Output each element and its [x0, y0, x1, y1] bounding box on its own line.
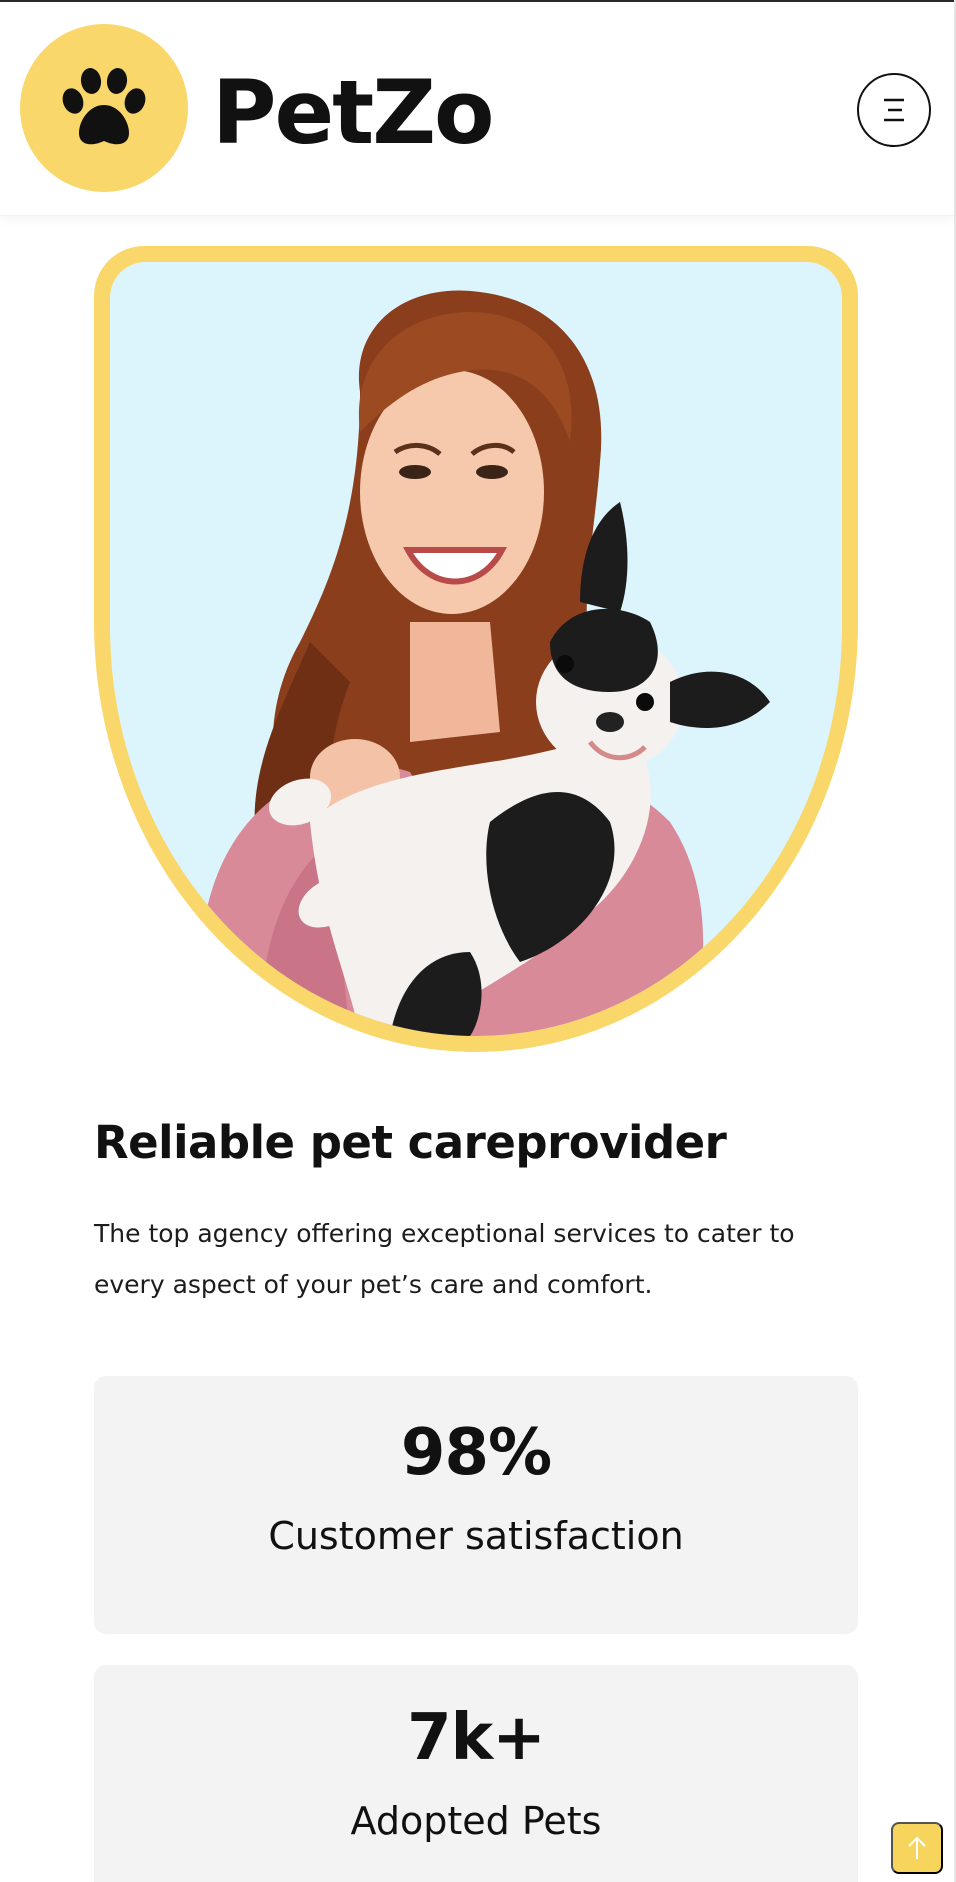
scroll-to-top-button[interactable]: [891, 1822, 943, 1874]
arrow-up-icon: [908, 1836, 926, 1859]
site-header: PetZo: [0, 2, 954, 216]
hero-frame: [94, 246, 858, 1052]
woman-holding-dog-illustration: [198, 290, 770, 1036]
intro-description: The top agency offering exceptional serv…: [94, 1219, 795, 1299]
logo-link[interactable]: [20, 24, 188, 192]
intro-heading: Reliable pet careprovider: [94, 1116, 727, 1169]
hero-image: [110, 262, 842, 1036]
brand-name[interactable]: PetZo: [212, 58, 495, 168]
stat-card: 98% Customer satisfaction: [94, 1376, 858, 1634]
menu-button[interactable]: [857, 73, 931, 147]
stat-label: Customer satisfaction: [268, 1514, 684, 1558]
stat-value: 7k+: [407, 1701, 546, 1775]
stat-value: 98%: [400, 1416, 552, 1490]
menu-icon: [884, 98, 904, 122]
stat-label: Adopted Pets: [350, 1799, 602, 1843]
stat-card: 7k+ Adopted Pets: [94, 1665, 858, 1882]
paw-icon: [62, 68, 146, 145]
